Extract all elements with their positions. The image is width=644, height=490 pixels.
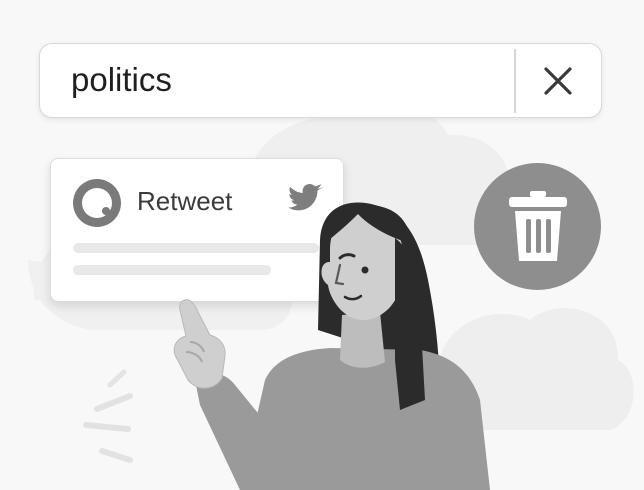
woman-pointing-illustration xyxy=(173,202,490,490)
illustration-stage: politics Retweet xyxy=(0,0,644,490)
